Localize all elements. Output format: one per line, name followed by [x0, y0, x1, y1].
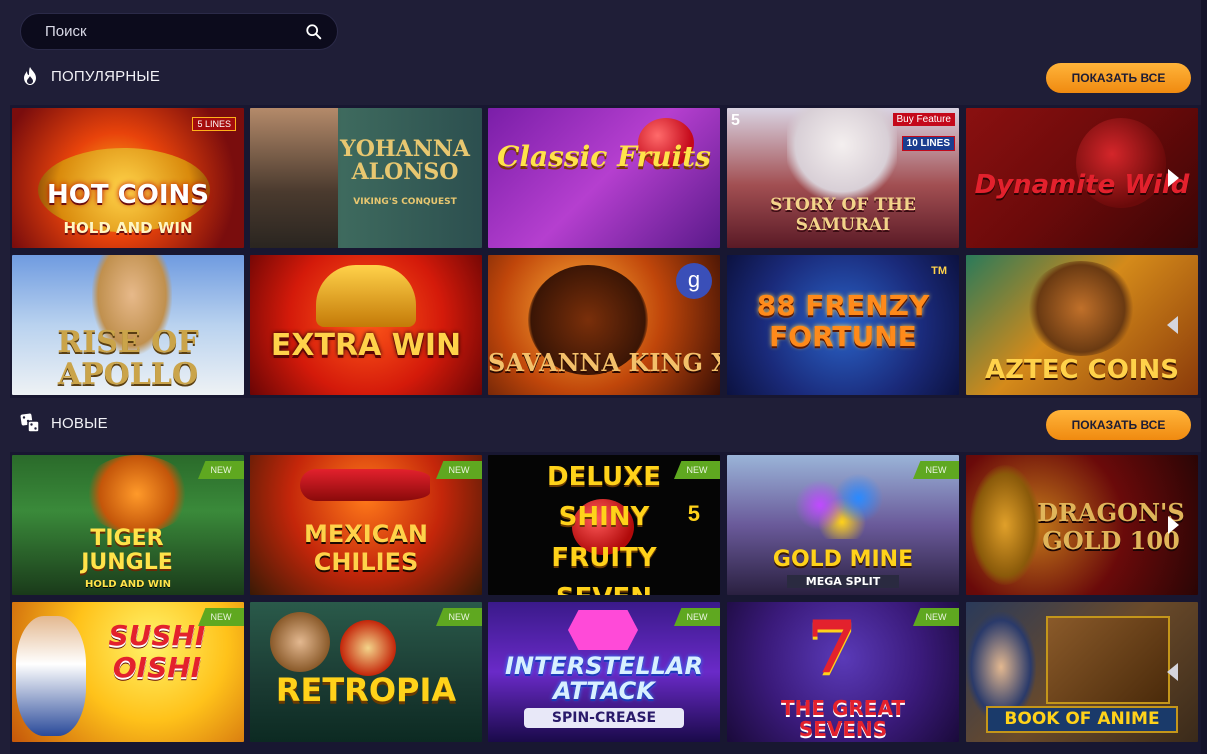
game-tile-rise-of-apollo[interactable]: RISE OF APOLLO: [12, 255, 244, 395]
show-all-button[interactable]: ПОКАЗАТЬ ВСЕ: [1046, 410, 1191, 440]
game-title: 88 FRENZY FORTUNE: [756, 289, 930, 353]
game-tile-hot-coins[interactable]: HOT COINS HOLD AND WIN 5 LINES: [12, 108, 244, 248]
game-title: BOOK OF ANIME: [986, 706, 1178, 733]
seven-graphic: 7: [807, 604, 858, 689]
game-title: HOT COINS: [47, 180, 209, 210]
game-title: STORY OF THE SAMURAI: [770, 195, 916, 235]
game-title: DRAGON'S GOLD 100: [1037, 498, 1185, 555]
game-tile-interstellar-attack[interactable]: INTERSTELLAR ATTACK SPIN-CREASE NEW: [488, 602, 720, 742]
game-tile-savanna-king-xl[interactable]: SAVANNA KING XL g: [488, 255, 720, 395]
section-header-new: НОВЫЕ ПОКАЗАТЬ ВСЕ: [20, 410, 1191, 440]
game-tile-dragons-gold-100[interactable]: DRAGON'S GOLD 100: [966, 455, 1198, 595]
new-badge: NEW: [913, 461, 959, 479]
game-tile-retropia[interactable]: RETROPIA NEW: [250, 602, 482, 742]
section-header-popular: ПОПУЛЯРНЫЕ ПОКАЗАТЬ ВСЕ: [20, 63, 1191, 93]
search-input[interactable]: [21, 23, 305, 40]
buy-feature-tag: Buy Feature: [892, 113, 955, 126]
game-title: RISE OF APOLLO: [57, 325, 199, 392]
prev-arrow-icon[interactable]: [1165, 662, 1181, 682]
game-title: YOHANNA ALONSO: [339, 136, 470, 186]
game-tile-gold-mine[interactable]: GOLD MINE MEGA SPLIT NEW: [727, 455, 959, 595]
game-title: GOLD MINE: [772, 547, 914, 572]
game-tile-deluxe-shiny-fruity-seven[interactable]: DELUXE SHINY FRUITY SEVEN 5 NEW: [488, 455, 720, 595]
dice-icon: [20, 413, 40, 433]
game-tile-the-great-sevens[interactable]: 7 THE GREAT SEVENS NEW: [727, 602, 959, 742]
game-title: TIGER JUNGLE: [81, 526, 173, 576]
next-arrow-icon[interactable]: [1165, 515, 1181, 535]
game-tile-sushi-oishi[interactable]: SUSHI OISHI NEW: [12, 602, 244, 742]
game-title: DELUXE SHINY FRUITY SEVEN: [547, 462, 661, 595]
search-icon[interactable]: [305, 23, 323, 41]
new-badge: NEW: [913, 608, 959, 626]
game-tile-dynamite-wild[interactable]: Dynamite Wild: [966, 108, 1198, 248]
show-all-button[interactable]: ПОКАЗАТЬ ВСЕ: [1046, 63, 1191, 93]
game-title: AZTEC COINS: [985, 355, 1179, 385]
game-tile-classic-fruits[interactable]: Classic Fruits: [488, 108, 720, 248]
game-tile-tiger-jungle[interactable]: TIGER JUNGLE HOLD AND WIN NEW: [12, 455, 244, 595]
game-title: MEXICAN CHILIES: [304, 520, 428, 576]
search-bar[interactable]: [20, 13, 338, 50]
new-badge: NEW: [436, 608, 482, 626]
game-subtitle: HOLD AND WIN: [84, 579, 172, 590]
game-subtitle: HOLD AND WIN: [63, 219, 193, 237]
game-title: EXTRA WIN: [270, 328, 462, 363]
new-badge: NEW: [436, 461, 482, 479]
game-tile-story-of-the-samurai[interactable]: STORY OF THE SAMURAI Buy Feature 10 LINE…: [727, 108, 959, 248]
new-badge: NEW: [198, 608, 244, 626]
game-subtitle: SPIN-CREASE: [524, 708, 684, 728]
game-tile-book-of-anime[interactable]: BOOK OF ANIME: [966, 602, 1198, 742]
new-badge: NEW: [674, 608, 720, 626]
game-title: SAVANNA KING XL: [488, 348, 720, 377]
section-title: НОВЫЕ: [51, 415, 108, 432]
new-badge: NEW: [674, 461, 720, 479]
lines-tag: 5: [687, 501, 700, 526]
corner-label: 5: [731, 112, 740, 129]
game-tile-yohanna-alonso[interactable]: YOHANNA ALONSO VIKING'S CONQUEST: [250, 108, 482, 248]
fire-icon: [24, 67, 36, 85]
game-title: Dynamite Wild: [974, 170, 1190, 200]
game-tile-mexican-chilies[interactable]: MEXICAN CHILIES NEW: [250, 455, 482, 595]
next-arrow-icon[interactable]: [1165, 168, 1181, 188]
trademark-label: TM: [931, 265, 947, 277]
game-tile-88-frenzy-fortune[interactable]: 88 FRENZY FORTUNE TM: [727, 255, 959, 395]
game-title: INTERSTELLAR ATTACK: [505, 652, 703, 706]
lines-tag: 10 LINES: [901, 136, 955, 151]
prev-arrow-icon[interactable]: [1165, 315, 1181, 335]
game-tile-extra-win[interactable]: EXTRA WIN: [250, 255, 482, 395]
game-subtitle: MEGA SPLIT: [787, 575, 899, 588]
lines-tag: 5 LINES: [192, 117, 236, 131]
game-title: THE GREAT SEVENS: [780, 696, 906, 741]
provider-logo: g: [676, 263, 712, 299]
section-title: ПОПУЛЯРНЫЕ: [51, 68, 161, 85]
game-subtitle: VIKING'S CONQUEST: [353, 197, 457, 207]
game-title: RETROPIA: [275, 671, 457, 709]
game-tile-aztec-coins[interactable]: AZTEC COINS: [966, 255, 1198, 395]
new-badge: NEW: [198, 461, 244, 479]
game-title: Classic Fruits: [497, 140, 711, 173]
game-title: SUSHI OISHI: [108, 619, 206, 685]
